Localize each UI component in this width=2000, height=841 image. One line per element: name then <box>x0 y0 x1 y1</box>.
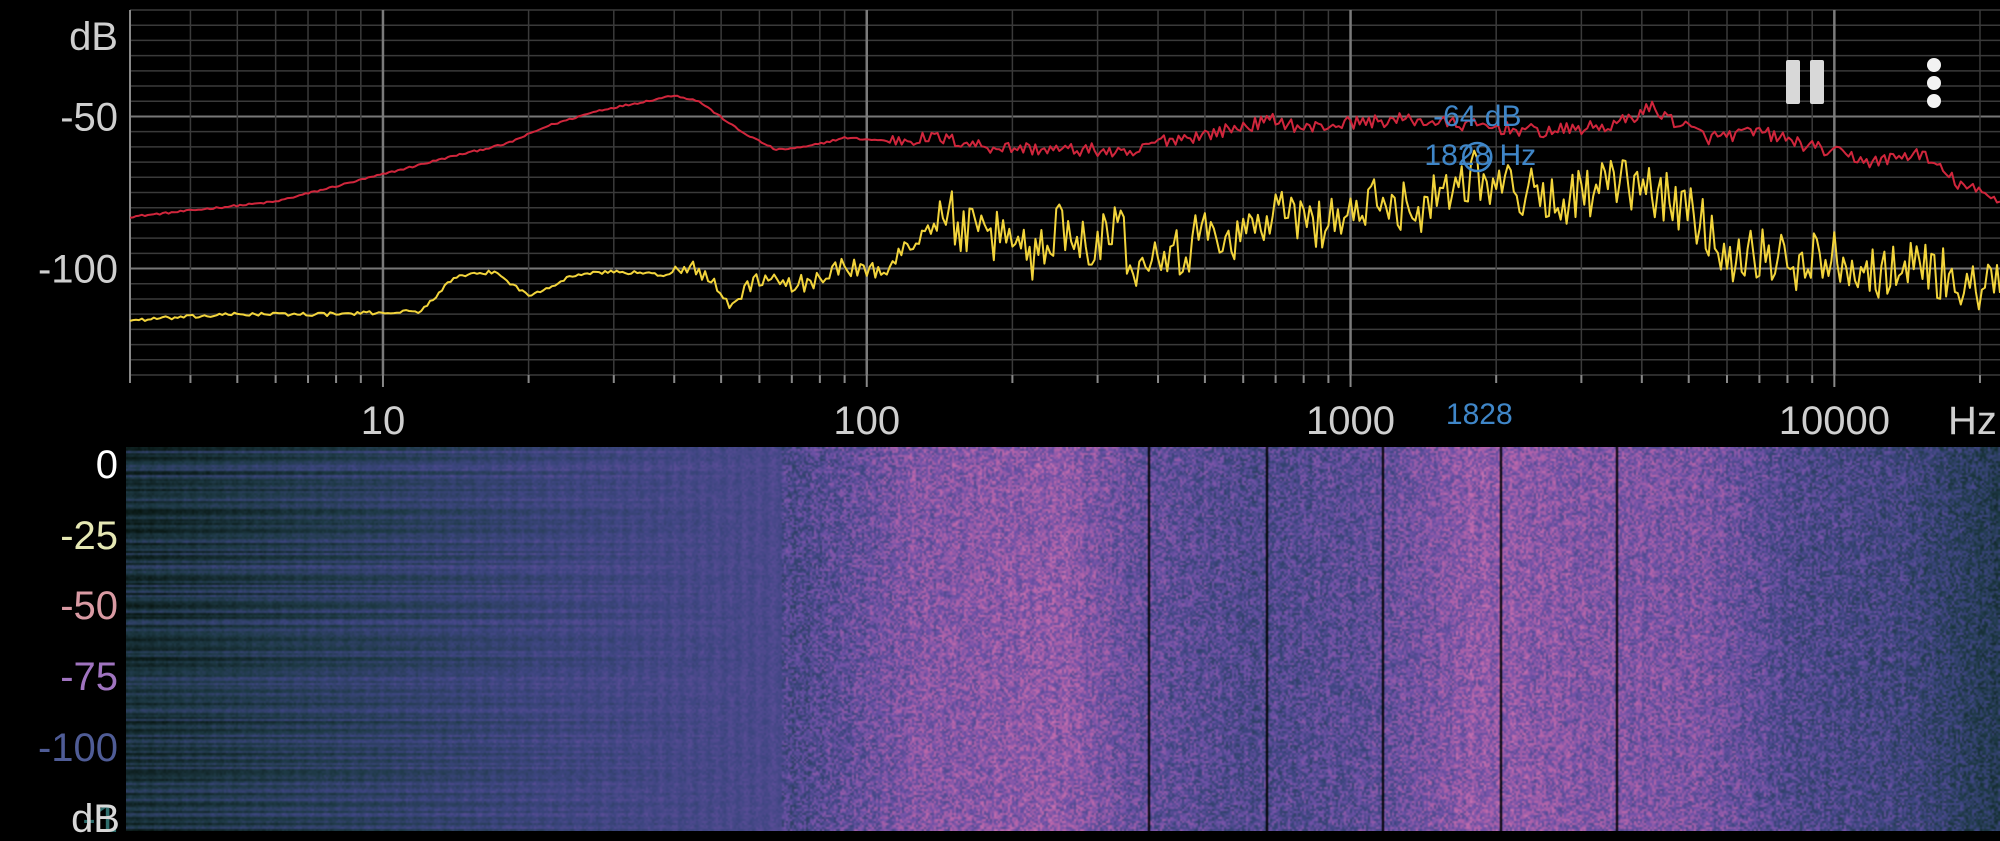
hz-unit-label: Hz <box>1948 399 1997 440</box>
cursor-hz-readout: 1828 Hz <box>1424 139 1536 172</box>
frequency-cursor[interactable]: -64 dB 1828 Hz 1828 <box>1424 100 1536 431</box>
spectrogram-db-tick: 0 <box>95 443 118 487</box>
live-spectrum-trace <box>129 149 2000 322</box>
db-tick-label: -100 <box>38 248 118 292</box>
spectrogram-db-scale: 0 -25 -50 -75 -100 -1 dB <box>0 443 126 839</box>
freq-tick-label: 10000 <box>1779 399 1890 440</box>
pause-button[interactable] <box>1780 58 1830 108</box>
spectrogram-panel[interactable]: 0 -25 -50 -75 -100 -1 dB <box>0 443 2000 839</box>
spectrogram-db-tick: -100 <box>37 726 118 770</box>
spectrogram-db-tick: -50 <box>60 584 118 628</box>
spectrogram-db-unit: dB <box>71 797 120 841</box>
db-unit-label: dB <box>69 15 118 59</box>
cursor-frequency-axis-label: 1828 <box>1446 398 1513 431</box>
more-options-button[interactable] <box>1916 52 1952 114</box>
spectrogram-image <box>126 447 2000 831</box>
spectrogram-db-tick: -75 <box>60 655 118 699</box>
spectrum-panel[interactable]: -64 dB 1828 Hz 1828 dB Hz -50 -100 10 100 10… <box>0 0 2000 440</box>
db-tick-label: -50 <box>60 95 118 139</box>
cursor-db-readout: -64 dB <box>1433 100 1521 133</box>
app-root: -64 dB 1828 Hz 1828 dB Hz -50 -100 10 100 10… <box>0 0 2000 839</box>
freq-tick-label: 10 <box>361 399 406 440</box>
peak-hold-trace <box>129 94 2000 219</box>
freq-tick-label: 1000 <box>1306 399 1395 440</box>
spectrum-axis-labels: dB Hz -50 -100 10 100 1000 10000 <box>38 15 1997 440</box>
spectrum-grid <box>129 9 2000 387</box>
freq-tick-label: 100 <box>833 399 900 440</box>
spectrogram-db-tick: -25 <box>60 514 118 558</box>
